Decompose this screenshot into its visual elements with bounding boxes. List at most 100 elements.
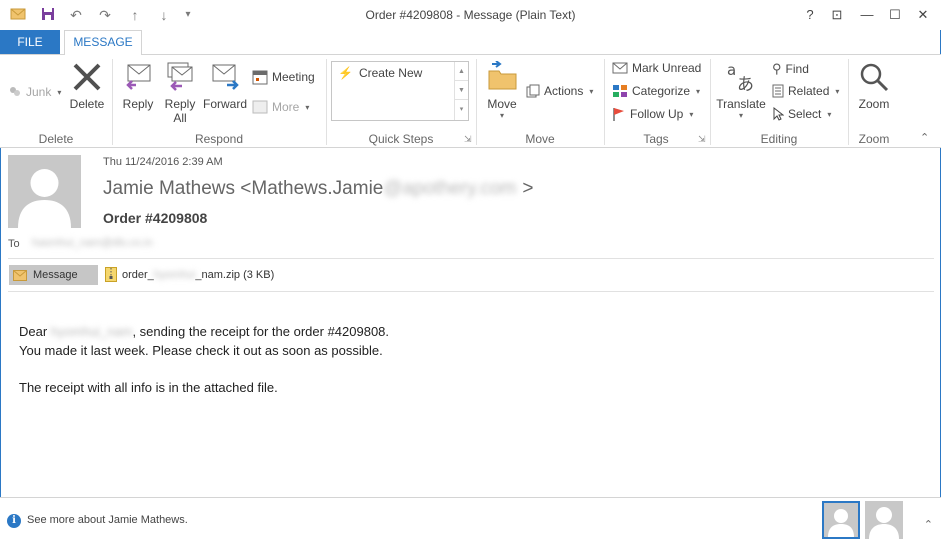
select-button[interactable]: Select ▾ (772, 107, 831, 121)
follow-up-label: Follow Up (630, 107, 684, 121)
meeting-button[interactable]: Meeting (252, 69, 315, 85)
categorize-icon (613, 85, 627, 97)
attachment-filename-prefix: order_ (122, 268, 154, 281)
minimize-button[interactable]: — (858, 6, 876, 24)
people-avatar[interactable] (865, 501, 903, 539)
sender-end: > (522, 178, 534, 199)
attachment-size: (3 KB) (243, 268, 275, 281)
info-icon: i (7, 514, 21, 528)
attachment-file[interactable]: order_hyomhui_nam.zip (3 KB) (105, 267, 274, 282)
quick-step-create-new[interactable]: ⚡ Create New (338, 66, 422, 80)
body-line-3: The receipt with all info is in the atta… (19, 379, 278, 395)
close-button[interactable]: ✕ (914, 6, 932, 24)
categorize-label: Categorize (632, 84, 691, 98)
envelope-icon (13, 269, 27, 281)
maximize-button[interactable]: ☐ (886, 6, 904, 24)
categorize-button[interactable]: Categorize ▾ (612, 84, 700, 98)
reply-icon (126, 64, 151, 90)
delete-button[interactable]: Delete (66, 61, 108, 111)
help-button[interactable]: ? (801, 6, 819, 24)
forward-button[interactable]: Forward (202, 61, 248, 111)
group-label-tags: Tags (643, 132, 669, 146)
svg-text:a: a (727, 61, 736, 79)
tab-file[interactable]: FILE (0, 30, 60, 54)
to-label: To (8, 238, 20, 250)
meeting-icon (252, 70, 268, 85)
scroll-down-icon[interactable]: ▼ (455, 81, 468, 100)
zip-file-icon (105, 267, 117, 282)
mark-unread-label: Mark Unread (632, 61, 702, 75)
tab-message[interactable]: MESSAGE (64, 30, 142, 55)
more-respond-button[interactable]: More ▾ (252, 100, 309, 114)
actions-button[interactable]: Actions ▾ (526, 84, 593, 98)
group-label-move: Move (525, 132, 555, 146)
move-dropdown-icon: ▾ (499, 111, 504, 120)
binoculars-icon: ⚲ (772, 61, 782, 76)
junk-button[interactable]: Junk ▾ (8, 85, 61, 99)
sender[interactable]: Jamie Mathews <Mathews.Jamie@apothery.co… (103, 178, 533, 200)
delete-label: Delete (69, 97, 105, 111)
sender-avatar (8, 155, 81, 228)
actions-label: Actions (544, 84, 584, 98)
body-line-1: Dear hyomhui_nam, sending the receipt fo… (19, 323, 389, 342)
expand-gallery-icon[interactable]: ▾ (455, 100, 468, 119)
magnifier-icon (860, 63, 889, 92)
flag-icon (613, 108, 624, 121)
see-more-link[interactable]: See more about Jamie Mathews. (27, 514, 188, 526)
translate-label: Translate (716, 97, 766, 111)
to-recipient[interactable]: hasmhui_nam@dls.co.in (32, 237, 153, 249)
collapse-people-pane-icon[interactable]: ⌃ (924, 518, 933, 531)
body-line-1-text: , sending the receipt for the order #420… (132, 324, 390, 339)
attachment-filename-suffix: _nam.zip (195, 268, 241, 281)
message-body: Dear hyomhui_nam, sending the receipt fo… (19, 323, 389, 397)
translate-dropdown-icon: ▾ (738, 111, 743, 120)
quick-steps-gallery[interactable]: ⚡ Create New ▲ ▼ ▾ (331, 61, 469, 121)
translate-icon: aあ (727, 61, 754, 93)
delete-icon (73, 63, 101, 91)
cursor-icon (773, 107, 784, 121)
reply-label: Reply (122, 97, 154, 111)
attachment-filename-blurred: hyomhui (153, 268, 196, 281)
body-line-2: You made it last week. Please check it o… (19, 342, 383, 358)
reply-all-label-2: All (173, 111, 187, 125)
related-button[interactable]: Related ▾ (772, 84, 839, 98)
window-title: Order #4209808 - Message (Plain Text) (365, 8, 576, 22)
reply-all-button[interactable]: Reply All (160, 61, 200, 125)
mark-unread-button[interactable]: Mark Unread (612, 61, 701, 75)
find-button[interactable]: ⚲ Find (772, 61, 809, 77)
collapse-ribbon-icon[interactable]: ⌃ (920, 131, 929, 144)
title-bar: ↶ ↷ ↑ ↓ ▾ Order #4209808 - Message (Plai… (0, 0, 941, 30)
reply-button[interactable]: Reply (118, 61, 158, 111)
svg-text:あ: あ (737, 75, 754, 93)
body-greeting: Dear (19, 324, 51, 339)
attachment-message-tab[interactable]: Message (9, 265, 98, 285)
people-avatar-selected[interactable] (822, 501, 860, 539)
quick-steps-launcher-icon[interactable]: ⇲ (464, 135, 473, 144)
reply-all-icon (167, 62, 193, 91)
sender-domain-blurred: @apothery.com (383, 178, 517, 199)
scroll-up-icon[interactable]: ▲ (455, 62, 468, 81)
meeting-label: Meeting (272, 70, 315, 84)
quick-steps-scroll[interactable]: ▲ ▼ ▾ (454, 62, 468, 120)
message-date: Thu 11/24/2016 2:39 AM (103, 156, 223, 168)
lightning-icon: ⚡ (338, 66, 353, 80)
group-label-zoom: Zoom (858, 132, 890, 146)
ribbon: Junk ▾ Delete Delete Reply Reply All Forw… (0, 54, 941, 148)
people-pane: i See more about Jamie Mathews. ⌃ (0, 497, 941, 544)
translate-button[interactable]: aあ Translate ▾ (714, 61, 768, 120)
sender-name: Jamie Mathews <Mathews.Jamie (103, 178, 384, 199)
ribbon-display-options-button[interactable]: ⊡ (828, 6, 846, 24)
forward-icon (212, 64, 239, 90)
header-divider (8, 258, 934, 259)
more-label: More (272, 100, 300, 114)
move-label: Move (487, 97, 517, 111)
related-icon (772, 84, 784, 98)
tags-launcher-icon[interactable]: ⇲ (698, 135, 707, 144)
create-new-label: Create New (358, 66, 423, 80)
group-label-editing: Editing (760, 132, 798, 146)
follow-up-button[interactable]: Follow Up ▾ (612, 107, 693, 121)
zoom-button[interactable]: Zoom (854, 61, 894, 111)
move-button[interactable]: Move ▾ (482, 61, 522, 120)
envelope-icon (612, 62, 628, 74)
reply-all-label-1: Reply (164, 97, 196, 111)
